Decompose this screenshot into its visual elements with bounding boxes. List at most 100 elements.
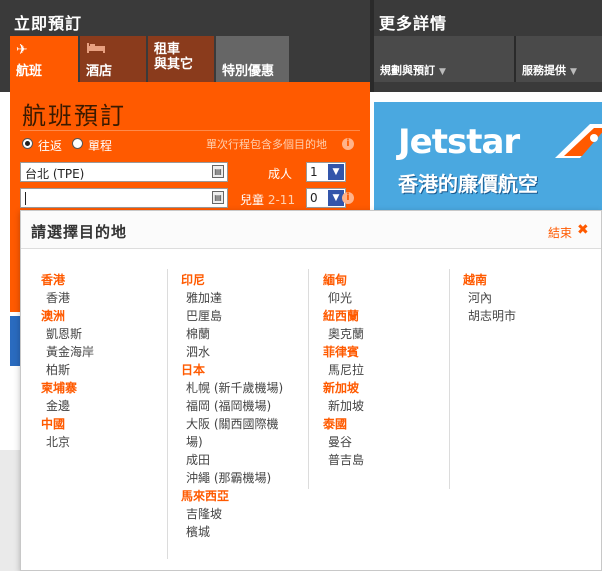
menu-services[interactable]: 服務提供 ▼ <box>516 36 602 82</box>
close-icon[interactable]: ✖ <box>577 222 589 238</box>
plane-tail-icon <box>555 124 602 158</box>
children-label: 兒童 2-11 <box>240 191 295 208</box>
city-link[interactable]: 河內 <box>463 289 516 307</box>
jetstar-ad-banner[interactable]: Jetstar 香港的廉價航空 <box>374 102 602 210</box>
oneway-radio[interactable] <box>72 138 83 149</box>
tab-car-line2: 與其它 <box>154 57 194 72</box>
city-link[interactable]: 大阪 (關西國際機 <box>181 415 283 433</box>
column-divider <box>308 269 309 489</box>
city-link[interactable]: 凱恩斯 <box>41 325 94 343</box>
popup-title: 請選擇目的地 <box>31 223 128 241</box>
origin-field[interactable]: 台北 (TPE) ▤ <box>20 162 228 182</box>
background-panel <box>0 450 20 571</box>
region-new-zealand: 紐西蘭 <box>323 309 360 323</box>
chevron-down-icon: ▼ <box>328 164 344 180</box>
city-link[interactable]: 普吉島 <box>323 451 364 469</box>
city-link[interactable]: 仰光 <box>323 289 364 307</box>
text-cursor <box>25 192 26 205</box>
adults-label: 成人 <box>268 167 293 181</box>
ad-brand: Jetstar <box>398 122 520 162</box>
region-myanmar: 緬甸 <box>323 273 348 287</box>
tab-hotels-label: 酒店 <box>86 64 113 79</box>
city-link[interactable]: 沖繩 (那霸機場) <box>181 469 283 487</box>
city-link[interactable]: 柏斯 <box>41 361 94 379</box>
city-link[interactable]: 泗水 <box>181 343 283 361</box>
tab-flights-label: 航班 <box>16 64 43 79</box>
list-icon[interactable]: ▤ <box>212 191 224 204</box>
destination-field[interactable]: ▤ <box>20 188 228 208</box>
oneway-label: 單程 <box>88 139 113 153</box>
column-divider <box>449 269 450 489</box>
city-link[interactable]: 福岡 (福岡機場) <box>181 397 283 415</box>
menu-services-label: 服務提供 <box>522 64 566 77</box>
region-vietnam: 越南 <box>463 273 488 287</box>
book-now-title: 立即預訂 <box>14 14 83 33</box>
plane-icon: ✈ <box>16 42 28 58</box>
info-icon[interactable]: i <box>342 138 354 150</box>
children-select[interactable]: 0 ▼ <box>306 188 346 208</box>
tab-car-line1: 租車 <box>154 42 181 57</box>
tab-flights[interactable]: ✈ 航班 <box>10 36 78 82</box>
destination-picker-popup: 請選擇目的地 結束 ✖ 香港 香港 澳洲 凱恩斯 黃金海岸 柏斯 柬埔寨 金邊 … <box>20 210 602 571</box>
destination-column-3: 緬甸 仰光 紐西蘭 奧克蘭 菲律賓 馬尼拉 新加坡 新加坡 泰國 曼谷 普吉島 <box>323 271 364 469</box>
city-link[interactable]: 雅加達 <box>181 289 283 307</box>
region-cambodia: 柬埔寨 <box>41 381 78 395</box>
children-value: 0 <box>310 191 318 205</box>
tab-deals-label: 特別優惠 <box>222 64 275 79</box>
info-icon[interactable]: i <box>342 192 354 204</box>
city-link[interactable]: 北京 <box>41 433 94 451</box>
children-age: 2-11 <box>267 193 296 207</box>
tab-car-and-more[interactable]: 租車 與其它 <box>148 36 214 82</box>
city-link[interactable]: 新加坡 <box>323 397 364 415</box>
adults-value: 1 <box>310 165 318 179</box>
city-link[interactable]: 馬尼拉 <box>323 361 364 379</box>
city-link[interactable]: 棉蘭 <box>181 325 283 343</box>
tab-hotels[interactable]: 酒店 <box>80 36 146 82</box>
menu-plan-and-book[interactable]: 規劃與預訂 ▼ <box>374 36 514 82</box>
chevron-down-icon: ▼ <box>439 67 446 77</box>
bed-icon <box>86 42 146 58</box>
city-link[interactable]: 香港 <box>41 289 94 307</box>
return-radio[interactable] <box>22 138 33 149</box>
city-link[interactable]: 巴厘島 <box>181 307 283 325</box>
city-link[interactable]: 札幌 (新千歲機場) <box>181 379 283 397</box>
region-hong-kong: 香港 <box>41 273 66 287</box>
city-link[interactable]: 胡志明市 <box>463 307 516 325</box>
ad-tagline: 香港的廉價航空 <box>398 172 538 196</box>
more-info-title: 更多詳情 <box>379 14 448 33</box>
destination-column-2: 印尼 雅加達 巴厘島 棉蘭 泗水 日本 札幌 (新千歲機場) 福岡 (福岡機場)… <box>181 271 283 541</box>
close-button[interactable]: 結束 <box>548 224 572 241</box>
popup-header: 請選擇目的地 結束 ✖ <box>21 211 601 249</box>
city-link[interactable]: 黃金海岸 <box>41 343 94 361</box>
city-link[interactable]: 場) <box>181 433 283 451</box>
city-link[interactable]: 奧克蘭 <box>323 325 364 343</box>
children-label-text: 兒童 <box>240 193 265 207</box>
city-link[interactable]: 吉隆坡 <box>181 505 283 523</box>
region-malaysia: 馬來西亞 <box>181 489 230 503</box>
region-japan: 日本 <box>181 363 206 377</box>
tab-special-deals[interactable]: 特別優惠 <box>216 36 289 82</box>
menu-plan-label: 規劃與預訂 <box>380 64 435 77</box>
column-divider <box>167 269 168 559</box>
city-link[interactable]: 成田 <box>181 451 283 469</box>
region-philippines: 菲律賓 <box>323 345 360 359</box>
region-australia: 澳洲 <box>41 309 66 323</box>
origin-value: 台北 (TPE) <box>25 167 85 181</box>
return-label: 往返 <box>38 139 63 153</box>
region-indonesia: 印尼 <box>181 273 206 287</box>
destination-column-4: 越南 河內 胡志明市 <box>463 271 516 325</box>
booking-title: 航班預訂 <box>22 102 126 130</box>
destination-column-1: 香港 香港 澳洲 凱恩斯 黃金海岸 柏斯 柬埔寨 金邊 中國 北京 <box>41 271 94 451</box>
city-link[interactable]: 金邊 <box>41 397 94 415</box>
city-link[interactable]: 曼谷 <box>323 433 364 451</box>
adults-select[interactable]: 1 ▼ <box>306 162 346 182</box>
list-icon[interactable]: ▤ <box>212 165 224 178</box>
chevron-down-icon: ▼ <box>570 67 577 77</box>
region-china: 中國 <box>41 417 66 431</box>
city-link[interactable]: 檳城 <box>181 523 283 541</box>
region-singapore: 新加坡 <box>323 381 360 395</box>
booking-divider <box>20 130 360 131</box>
background-strip <box>10 316 20 366</box>
region-thailand: 泰國 <box>323 417 348 431</box>
multi-destination-link[interactable]: 單次行程包含多個目的地 <box>206 136 327 152</box>
